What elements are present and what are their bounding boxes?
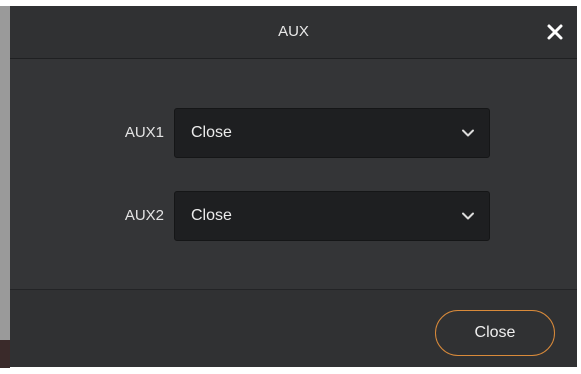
close-icon[interactable]: [543, 20, 567, 44]
background-window-edge: [0, 6, 10, 366]
screen: AUX AUX1 Close AUX2 Close Close: [0, 0, 581, 374]
aux1-select-value: Close: [191, 124, 232, 141]
aux2-row: AUX2 Close: [10, 191, 577, 241]
chevron-down-icon: [461, 209, 475, 223]
chevron-down-icon: [461, 126, 475, 140]
aux1-select[interactable]: Close: [174, 108, 490, 158]
aux2-select-value: Close: [191, 207, 232, 224]
aux-dialog: AUX AUX1 Close AUX2 Close Close: [10, 6, 577, 367]
aux2-select[interactable]: Close: [174, 191, 490, 241]
aux2-label: AUX2: [124, 207, 164, 224]
aux1-row: AUX1 Close: [10, 108, 577, 158]
dialog-titlebar: AUX: [10, 6, 577, 59]
dialog-title: AUX: [278, 23, 309, 40]
aux1-label: AUX1: [124, 124, 164, 141]
background-window-edge-dark: [0, 340, 10, 368]
close-button[interactable]: Close: [435, 310, 555, 356]
dialog-body: AUX1 Close AUX2 Close: [10, 59, 577, 289]
dialog-footer: Close: [10, 289, 577, 367]
